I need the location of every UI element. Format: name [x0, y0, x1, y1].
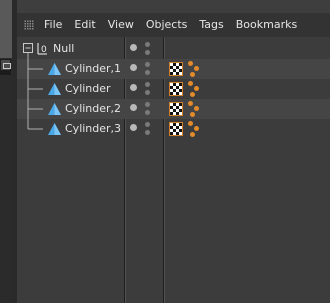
phong-tag-icon[interactable]: [186, 121, 200, 138]
visibility-render-dot[interactable]: [145, 62, 150, 67]
visibility-render-dot[interactable]: [145, 70, 150, 75]
texture-tag-icon[interactable]: [169, 82, 183, 96]
visibility-editor-dot[interactable]: [130, 124, 137, 131]
visibility-render-dot[interactable]: [145, 50, 150, 55]
texture-tag-icon[interactable]: [169, 102, 183, 116]
visibility-editor-dot[interactable]: [130, 84, 137, 91]
panel-grip-icon[interactable]: [24, 20, 34, 30]
cylinder-icon: [48, 63, 61, 75]
visibility-render-dot[interactable]: [145, 110, 150, 115]
object-row-null[interactable]: 0 Null: [17, 39, 330, 59]
menu-file[interactable]: File: [44, 18, 62, 31]
texture-tag-icon[interactable]: [169, 62, 183, 76]
phong-tag-icon[interactable]: [186, 101, 200, 118]
visibility-editor-dot[interactable]: [130, 104, 137, 111]
visibility-render-dot[interactable]: [145, 42, 150, 47]
panel-toggle-icon[interactable]: [0, 59, 11, 71]
object-manager: File Edit View Objects Tags Bookmarks 0 …: [17, 13, 330, 303]
object-name[interactable]: Cylinder,1: [65, 62, 121, 75]
menu-edit[interactable]: Edit: [74, 18, 95, 31]
visibility-render-dot[interactable]: [145, 82, 150, 87]
object-row-cylinder-2[interactable]: Cylinder,2: [17, 89, 330, 119]
adjacent-panel: [0, 0, 12, 303]
adjacent-panel-header: [0, 0, 12, 58]
visibility-editor-dot[interactable]: [130, 64, 137, 71]
visibility-editor-dot[interactable]: [130, 44, 137, 51]
object-name[interactable]: Null: [53, 42, 74, 55]
object-list: 0 Null Cylinder,1 Cylinder Cylinder,2 Cy…: [17, 39, 330, 139]
visibility-render-dot[interactable]: [145, 122, 150, 127]
menu-objects[interactable]: Objects: [146, 18, 188, 31]
hierarchy-line-icon: [27, 109, 43, 130]
cylinder-icon: [48, 123, 61, 135]
menu-bar: File Edit View Objects Tags Bookmarks: [17, 13, 330, 37]
texture-tag-icon[interactable]: [169, 122, 183, 136]
cylinder-icon: [48, 103, 61, 115]
object-row-cylinder-3[interactable]: Cylinder,3: [17, 109, 330, 139]
menu-tags[interactable]: Tags: [199, 18, 223, 31]
visibility-render-dot[interactable]: [145, 90, 150, 95]
object-row-cylinder-1[interactable]: Cylinder,1: [17, 53, 330, 79]
phong-tag-icon[interactable]: [186, 81, 200, 98]
object-row-cylinder[interactable]: Cylinder: [17, 69, 330, 99]
menu-bookmarks[interactable]: Bookmarks: [236, 18, 297, 31]
cylinder-icon: [48, 83, 61, 95]
visibility-render-dot[interactable]: [145, 102, 150, 107]
menu-view[interactable]: View: [108, 18, 134, 31]
phong-tag-icon[interactable]: [186, 61, 200, 78]
adjacent-panel-divider: [0, 71, 11, 75]
object-name[interactable]: Cylinder,3: [65, 122, 121, 135]
object-name[interactable]: Cylinder: [65, 82, 111, 95]
visibility-render-dot[interactable]: [145, 130, 150, 135]
object-name[interactable]: Cylinder,2: [65, 102, 121, 115]
